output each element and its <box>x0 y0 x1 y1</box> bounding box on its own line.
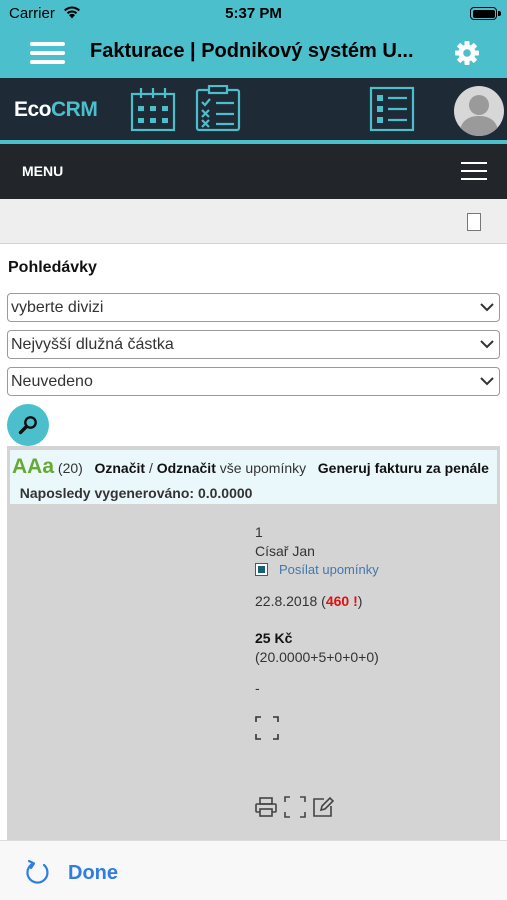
checklist-icon[interactable] <box>194 85 242 133</box>
amount: 25 Kč <box>255 630 293 646</box>
chevron-down-icon <box>480 340 494 349</box>
refresh-icon[interactable] <box>24 859 52 887</box>
logo-eco: Eco <box>14 98 52 121</box>
division-code: AAa <box>12 455 55 478</box>
chevron-down-icon <box>480 377 494 386</box>
mark-separator: / <box>145 460 157 476</box>
battery-tip <box>498 11 501 16</box>
status-select-value: Neuvedeno <box>11 373 93 390</box>
last-generated-label: Naposledy vygenerováno: <box>19 485 195 501</box>
list-icon[interactable] <box>368 85 416 133</box>
sort-select[interactable]: Nejvyšší dlužná částka <box>7 330 500 359</box>
menu-hamburger-icon[interactable] <box>461 162 487 182</box>
logo-crm: CRM <box>51 98 98 121</box>
receivables-panel: AAa (20) Označit / Odznačit vše upomínky… <box>7 446 500 846</box>
print-icon[interactable] <box>255 796 277 818</box>
unmark-link[interactable]: Odznačit <box>157 460 216 476</box>
hamburger-icon[interactable] <box>30 42 65 64</box>
page-title: Fakturace | Podnikový systém U... <box>90 40 414 62</box>
user-silhouette-icon <box>459 95 499 136</box>
toolbar <box>0 199 507 244</box>
due-date: 22.8.2018 <box>255 593 318 609</box>
section-title: Pohledávky <box>8 259 97 276</box>
gear-icon[interactable] <box>454 40 480 66</box>
fullscreen-icon[interactable] <box>255 716 279 740</box>
menu-bar: MENU <box>0 144 507 199</box>
customer-name: Císař Jan <box>255 543 315 559</box>
battery-icon <box>470 7 497 20</box>
days-overdue: 460 ! <box>325 593 358 609</box>
send-reminders-link[interactable]: Posílat upomínky <box>279 562 379 577</box>
calendar-icon[interactable] <box>129 85 177 133</box>
division-select[interactable]: vyberte divizi <box>7 293 500 322</box>
record-number: 1 <box>255 524 263 540</box>
last-generated-value: 0.0.0000 <box>197 485 253 501</box>
chevron-down-icon <box>480 303 494 312</box>
crm-header: EcoCRM <box>0 78 507 144</box>
division-select-value: vyberte divizi <box>11 299 104 316</box>
mark-link[interactable]: Označit <box>94 460 145 476</box>
toolbar-checkbox[interactable] <box>467 213 481 231</box>
due-date-row: 22.8.2018 (460 !) <box>255 593 362 609</box>
panel-header: AAa (20) Označit / Odznačit vše upomínky… <box>10 450 497 504</box>
ecocrm-logo[interactable]: EcoCRM <box>14 98 98 122</box>
amount-formula: (20.0000+5+0+0+0) <box>255 649 379 665</box>
send-reminders-checkbox[interactable] <box>255 563 268 576</box>
item-count: (20) <box>57 460 83 476</box>
done-button[interactable]: Done <box>68 862 118 885</box>
send-reminders-row[interactable]: Posílat upomínky <box>255 561 379 577</box>
generate-invoice-link[interactable]: Generuj fakturu za penále <box>318 460 489 476</box>
clock: 5:37 PM <box>225 5 282 22</box>
status-select[interactable]: Neuvedeno <box>7 367 500 396</box>
note-dash: - <box>255 680 260 696</box>
sort-select-value: Nejvyšší dlužná částka <box>11 336 174 353</box>
search-icon <box>18 416 37 435</box>
edit-icon[interactable] <box>312 796 334 818</box>
paren-open: ( <box>317 593 326 609</box>
paren-close: ) <box>357 593 363 609</box>
fullscreen-icon[interactable] <box>284 796 306 818</box>
menu-label[interactable]: MENU <box>22 163 63 179</box>
bottom-toolbar: Done <box>0 840 507 900</box>
app-navbar: Fakturace | Podnikový systém U... <box>0 28 507 78</box>
search-button[interactable] <box>7 404 49 446</box>
avatar[interactable] <box>454 86 504 136</box>
status-bar: Carrier 5:37 PM <box>0 0 507 28</box>
all-reminders-label: vše upomínky <box>219 460 307 476</box>
